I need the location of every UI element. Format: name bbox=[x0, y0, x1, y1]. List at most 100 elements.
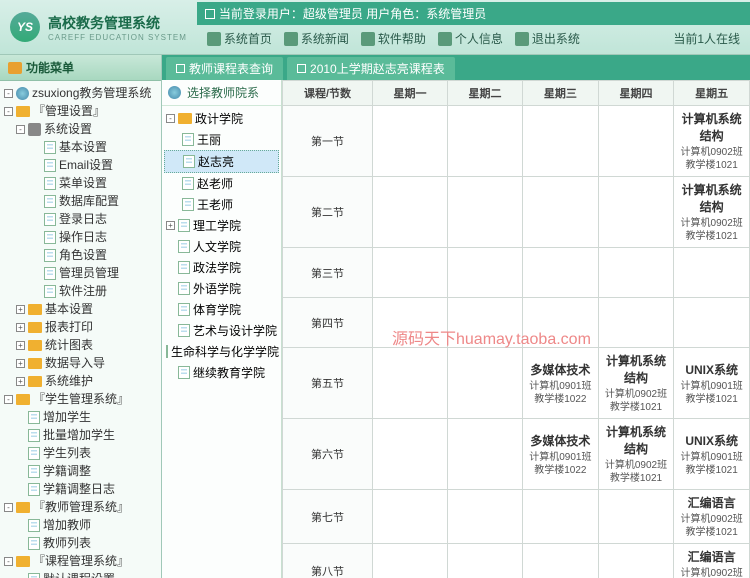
schedule-cell[interactable] bbox=[448, 544, 523, 578]
schedule-cell[interactable] bbox=[373, 490, 448, 544]
tree-group[interactable]: -『课程管理系统』 bbox=[2, 552, 159, 570]
tree-item[interactable]: 增加学生 bbox=[2, 408, 159, 426]
dept-teacher[interactable]: 王丽 bbox=[164, 129, 279, 150]
expander-icon[interactable]: + bbox=[16, 323, 25, 332]
schedule-cell[interactable]: 计算机系统结构计算机0902班 教学楼1021 bbox=[674, 106, 750, 177]
expander-icon[interactable]: + bbox=[16, 341, 25, 350]
schedule-cell[interactable]: 计算机系统结构计算机0902班 教学楼1021 bbox=[598, 348, 674, 419]
tree-leaf[interactable]: 基本设置 bbox=[2, 138, 159, 156]
tree-leaf[interactable]: 菜单设置 bbox=[2, 174, 159, 192]
tree-item[interactable]: +报表打印 bbox=[2, 318, 159, 336]
expander-icon[interactable]: - bbox=[4, 557, 13, 566]
expander-icon[interactable]: - bbox=[4, 107, 13, 116]
expander-icon[interactable]: + bbox=[166, 221, 175, 230]
tree-item[interactable]: +数据导入导 bbox=[2, 354, 159, 372]
schedule-cell[interactable] bbox=[523, 544, 599, 578]
tree-leaf[interactable]: 操作日志 bbox=[2, 228, 159, 246]
schedule-cell[interactable] bbox=[523, 490, 599, 544]
tree-item[interactable]: 学籍调整日志 bbox=[2, 480, 159, 498]
schedule-cell[interactable] bbox=[598, 177, 674, 248]
nav-help[interactable]: 软件帮助 bbox=[361, 30, 426, 47]
schedule-cell[interactable]: 汇编语言计算机0902班 教学楼1021 bbox=[674, 544, 750, 578]
dept-item[interactable]: +理工学院 bbox=[164, 215, 279, 236]
tree-item[interactable]: 学生列表 bbox=[2, 444, 159, 462]
tree-item[interactable]: +系统维护 bbox=[2, 372, 159, 390]
nav-news[interactable]: 系统新闻 bbox=[284, 30, 349, 47]
schedule-cell[interactable] bbox=[373, 348, 448, 419]
tree-group[interactable]: -『学生管理系统』 bbox=[2, 390, 159, 408]
dept-item[interactable]: 政法学院 bbox=[164, 257, 279, 278]
schedule-cell[interactable] bbox=[448, 248, 523, 298]
schedule-cell[interactable]: UNIX系统计算机0901班 教学楼1021 bbox=[674, 419, 750, 490]
schedule-cell[interactable] bbox=[523, 248, 599, 298]
tree-root[interactable]: -zsuxiong教务管理系统 bbox=[2, 84, 159, 102]
tree-item[interactable]: 教师列表 bbox=[2, 534, 159, 552]
schedule-cell[interactable] bbox=[448, 106, 523, 177]
tree-item[interactable]: +基本设置 bbox=[2, 300, 159, 318]
tree-item[interactable]: -系统设置 bbox=[2, 120, 159, 138]
expander-icon[interactable]: - bbox=[4, 503, 13, 512]
tree-leaf[interactable]: 管理员管理 bbox=[2, 264, 159, 282]
nav-logout[interactable]: 退出系统 bbox=[515, 30, 580, 47]
schedule-cell[interactable] bbox=[598, 248, 674, 298]
dept-item[interactable]: 人文学院 bbox=[164, 236, 279, 257]
nav-home[interactable]: 系统首页 bbox=[207, 30, 272, 47]
expander-icon[interactable]: - bbox=[4, 395, 13, 404]
nav-profile[interactable]: 个人信息 bbox=[438, 30, 503, 47]
dept-item[interactable]: 艺术与设计学院 bbox=[164, 320, 279, 341]
tree-item[interactable]: 学籍调整 bbox=[2, 462, 159, 480]
schedule-cell[interactable] bbox=[448, 490, 523, 544]
dept-teacher[interactable]: 赵老师 bbox=[164, 173, 279, 194]
tree-group[interactable]: -『管理设置』 bbox=[2, 102, 159, 120]
tree-group[interactable]: -『教师管理系统』 bbox=[2, 498, 159, 516]
tree-leaf[interactable]: 数据库配置 bbox=[2, 192, 159, 210]
schedule-cell[interactable]: 计算机系统结构计算机0902班 教学楼1021 bbox=[598, 419, 674, 490]
schedule-cell[interactable]: 多媒体技术计算机0901班 教学楼1022 bbox=[523, 419, 599, 490]
expander-icon[interactable]: + bbox=[16, 305, 25, 314]
dept-item[interactable]: 生命科学与化学学院 bbox=[164, 341, 279, 362]
schedule-cell[interactable] bbox=[448, 348, 523, 419]
schedule-cell[interactable] bbox=[448, 298, 523, 348]
tree-leaf[interactable]: 登录日志 bbox=[2, 210, 159, 228]
expander-icon[interactable]: - bbox=[16, 125, 25, 134]
schedule-cell[interactable] bbox=[598, 490, 674, 544]
schedule-cell[interactable]: 汇编语言计算机0902班 教学楼1021 bbox=[674, 490, 750, 544]
schedule-cell[interactable] bbox=[448, 419, 523, 490]
schedule-cell[interactable] bbox=[373, 419, 448, 490]
schedule-cell[interactable] bbox=[448, 177, 523, 248]
tree-item[interactable]: +统计图表 bbox=[2, 336, 159, 354]
expander-icon[interactable]: + bbox=[16, 377, 25, 386]
schedule-cell[interactable] bbox=[598, 106, 674, 177]
tree-leaf[interactable]: 软件注册 bbox=[2, 282, 159, 300]
schedule-cell[interactable]: 多媒体技术计算机0901班 教学楼1022 bbox=[523, 348, 599, 419]
tree-item[interactable]: 默认课程设置 bbox=[2, 570, 159, 578]
tab-current-schedule[interactable]: 2010上学期赵志亮课程表 bbox=[287, 57, 455, 80]
schedule-cell[interactable] bbox=[598, 544, 674, 578]
expander-icon[interactable]: + bbox=[16, 359, 25, 368]
tab-teacher-schedule-query[interactable]: 教师课程表查询 bbox=[166, 57, 283, 80]
tree-item[interactable]: 增加教师 bbox=[2, 516, 159, 534]
schedule-cell[interactable] bbox=[373, 544, 448, 578]
schedule-cell[interactable] bbox=[674, 248, 750, 298]
schedule-cell[interactable] bbox=[373, 177, 448, 248]
dept-item[interactable]: 继续教育学院 bbox=[164, 362, 279, 383]
schedule-cell[interactable] bbox=[523, 177, 599, 248]
schedule-cell[interactable] bbox=[523, 298, 599, 348]
dept-item[interactable]: -政计学院 bbox=[164, 108, 279, 129]
schedule-cell[interactable] bbox=[598, 298, 674, 348]
dept-item[interactable]: 体育学院 bbox=[164, 299, 279, 320]
schedule-cell[interactable] bbox=[373, 106, 448, 177]
expander-icon[interactable]: - bbox=[166, 114, 175, 123]
dept-item[interactable]: 外语学院 bbox=[164, 278, 279, 299]
dept-teacher[interactable]: 赵志亮 bbox=[164, 150, 279, 173]
tree-item[interactable]: 批量增加学生 bbox=[2, 426, 159, 444]
schedule-cell[interactable] bbox=[674, 298, 750, 348]
tree-leaf[interactable]: 角色设置 bbox=[2, 246, 159, 264]
schedule-cell[interactable] bbox=[373, 248, 448, 298]
expander-icon[interactable]: - bbox=[4, 89, 13, 98]
schedule-cell[interactable]: UNIX系统计算机0901班 教学楼1021 bbox=[674, 348, 750, 419]
dept-teacher[interactable]: 王老师 bbox=[164, 194, 279, 215]
schedule-cell[interactable]: 计算机系统结构计算机0902班 教学楼1021 bbox=[674, 177, 750, 248]
schedule-cell[interactable] bbox=[523, 106, 599, 177]
tree-leaf[interactable]: Email设置 bbox=[2, 156, 159, 174]
